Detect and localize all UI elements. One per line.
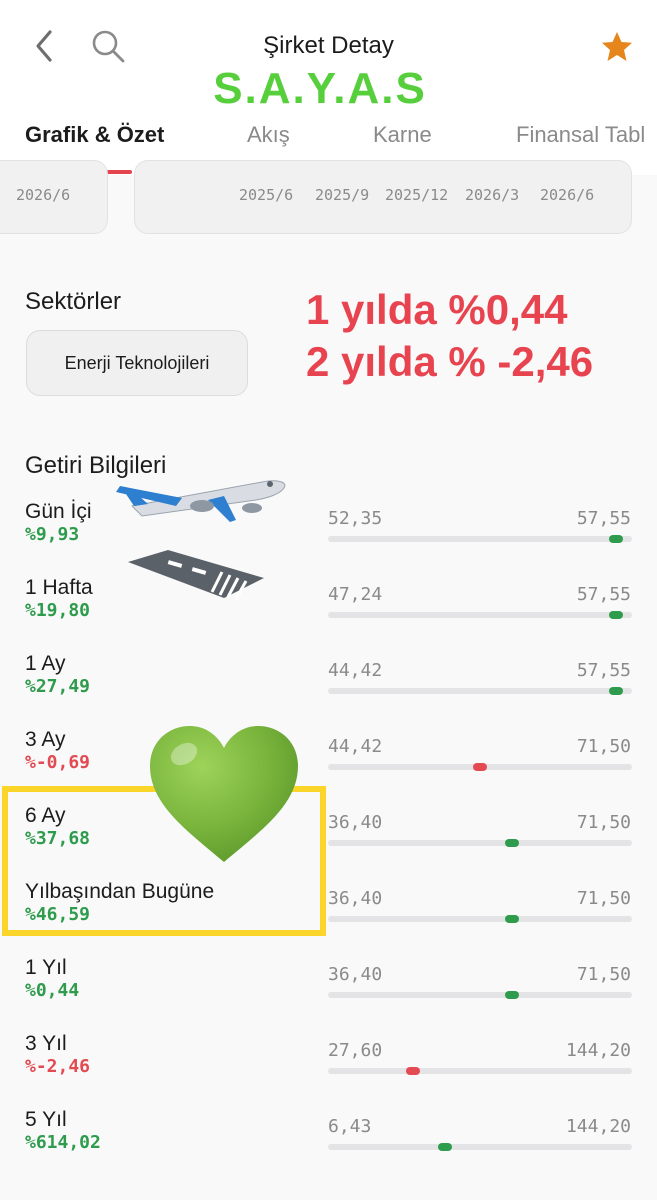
chart-tick-label: 2025/9	[315, 186, 370, 204]
chart-tick-label: 2026/6	[540, 186, 595, 204]
tab-bar: Grafik & Özet Akış Karne Finansal Tabl	[0, 122, 657, 152]
range-marker	[473, 763, 487, 771]
range-track	[328, 611, 632, 619]
chart-tick-label: 2026/6	[16, 186, 71, 204]
range-low-value: 6,43	[328, 1116, 372, 1137]
tab-karne[interactable]: Karne	[373, 122, 432, 148]
green-heart-icon	[150, 726, 298, 862]
page-title: Şirket Detay	[263, 32, 394, 59]
return-row-percent: %-2,46	[25, 1056, 91, 1077]
range-track	[328, 839, 632, 847]
range-track	[328, 915, 632, 923]
return-row-label: 1 Hafta	[25, 576, 93, 599]
tab-grafik-ozet[interactable]: Grafik & Özet	[25, 122, 164, 148]
tab-akis[interactable]: Akış	[247, 122, 290, 148]
return-row-percent: %19,80	[25, 600, 91, 621]
range-track	[328, 991, 632, 999]
range-low-value: 27,60	[328, 1040, 383, 1061]
runway-icon	[128, 550, 264, 600]
range-track	[328, 535, 632, 543]
return-row-label: 5 Yıl	[25, 1108, 67, 1131]
chart-tick-label: 2025/12	[385, 186, 449, 204]
range-marker	[505, 839, 519, 847]
range-low-value: 44,42	[328, 736, 383, 757]
return-row-percent: %9,93	[25, 524, 80, 545]
return-row-label: 3 Yıl	[25, 1032, 67, 1055]
return-row-percent: %27,49	[25, 676, 91, 697]
range-low-value: 44,42	[328, 660, 383, 681]
overlay-annotation-line2: 2 yılda % -2,46	[306, 338, 594, 385]
range-high-value: 71,50	[576, 888, 631, 909]
range-low-value: 36,40	[328, 888, 383, 909]
return-row-label: 1 Ay	[25, 652, 66, 675]
chart-tick-label: 2025/6	[239, 186, 294, 204]
range-high-value: 57,55	[576, 508, 631, 529]
range-marker	[438, 1143, 452, 1151]
range-marker	[505, 991, 519, 999]
range-high-value: 144,20	[565, 1116, 631, 1137]
range-track	[328, 1067, 632, 1075]
sectors-title: Sektörler	[25, 288, 122, 315]
range-high-value: 144,20	[565, 1040, 631, 1061]
range-marker	[406, 1067, 420, 1075]
return-row-percent: %614,02	[25, 1132, 101, 1153]
return-row-label: 3 Ay	[25, 728, 66, 751]
range-low-value: 52,35	[328, 508, 383, 529]
range-low-value: 36,40	[328, 812, 383, 833]
star-icon[interactable]	[600, 30, 634, 64]
range-high-value: 71,50	[576, 964, 631, 985]
return-row-label: Gün İçi	[25, 500, 92, 523]
return-row-percent: %0,44	[25, 980, 80, 1001]
tab-finansal-tablolar[interactable]: Finansal Tabl	[516, 122, 645, 148]
range-track	[328, 763, 632, 771]
range-track	[328, 687, 632, 695]
chart-tick-label: 2026/3	[465, 186, 520, 204]
range-high-value: 57,55	[576, 584, 631, 605]
top-bar: Şirket Detay S.A.Y.A.S Grafik & Özet Akı…	[0, 0, 657, 175]
overlay-ticker-text: S.A.Y.A.S	[213, 64, 427, 113]
return-row-label: 1 Yıl	[25, 956, 67, 979]
return-row-percent: %-0,69	[25, 752, 91, 773]
overlay-annotation-line1: 1 yılda %0,44	[306, 286, 568, 333]
range-marker	[609, 535, 623, 543]
range-track	[328, 1143, 632, 1151]
range-high-value: 57,55	[576, 660, 631, 681]
range-high-value: 71,50	[576, 812, 631, 833]
range-marker	[609, 687, 623, 695]
range-low-value: 36,40	[328, 964, 383, 985]
airplane-icon	[116, 480, 286, 522]
range-high-value: 71,50	[576, 736, 631, 757]
range-marker	[505, 915, 519, 923]
range-marker	[609, 611, 623, 619]
sector-chip[interactable]: Enerji Teknolojileri	[26, 330, 248, 396]
range-low-value: 47,24	[328, 584, 383, 605]
